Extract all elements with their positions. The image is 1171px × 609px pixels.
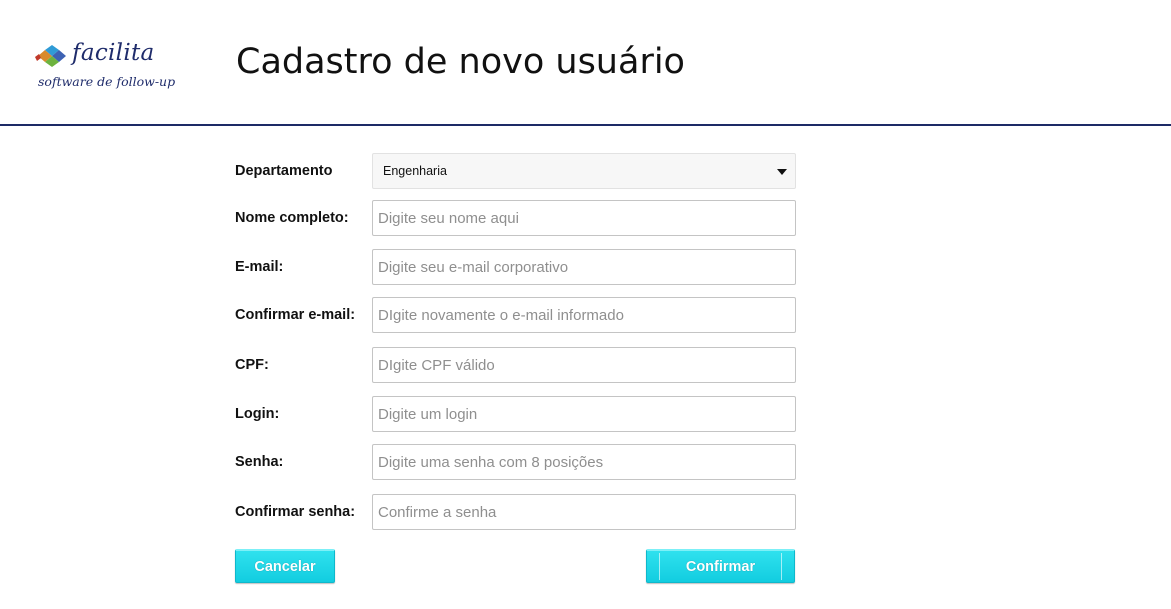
email-input[interactable] [372, 249, 796, 285]
facilita-logo[interactable]: facilita software de follow-up [34, 40, 184, 94]
departamento-label: Departamento [235, 163, 333, 179]
form-row-confirmar-senha: Confirmar senha: [235, 494, 797, 530]
confirm-button[interactable]: Confirmar [646, 549, 795, 583]
confirmar-email-input[interactable] [372, 297, 796, 333]
form-row-departamento: Departamento Engenharia [235, 153, 797, 189]
departamento-select[interactable]: Engenharia [372, 153, 796, 189]
form-row-nome-completo: Nome completo: [235, 200, 797, 236]
form-row-cpf: CPF: [235, 347, 797, 383]
cancel-button[interactable]: Cancelar [235, 549, 335, 583]
facilita-logo-icon [35, 45, 66, 67]
page-title: Cadastro de novo usuário [236, 42, 685, 82]
confirmar-email-label: Confirmar e-mail: [235, 307, 356, 323]
nome-completo-input[interactable] [372, 200, 796, 236]
login-input[interactable] [372, 396, 796, 432]
senha-label: Senha: [235, 454, 284, 470]
form-row-login: Login: [235, 396, 797, 432]
confirmar-senha-label: Confirmar senha: [235, 504, 356, 520]
login-label: Login: [235, 406, 280, 422]
cpf-label: CPF: [235, 357, 269, 373]
form-row-senha: Senha: [235, 444, 797, 480]
email-label: E-mail: [235, 259, 284, 275]
logo-name: facilita [72, 40, 155, 66]
nome-completo-label: Nome completo: [235, 210, 349, 226]
confirmar-senha-input[interactable] [372, 494, 796, 530]
senha-input[interactable] [372, 444, 796, 480]
form-row-email: E-mail: [235, 249, 797, 285]
logo-tagline: software de follow-up [38, 74, 176, 89]
departamento-selected-value: Engenharia [383, 164, 447, 178]
form-row-confirmar-email: Confirmar e-mail: [235, 297, 797, 333]
caret-down-icon [777, 169, 787, 175]
cpf-input[interactable] [372, 347, 796, 383]
header: facilita software de follow-up Cadastro … [0, 0, 1171, 126]
